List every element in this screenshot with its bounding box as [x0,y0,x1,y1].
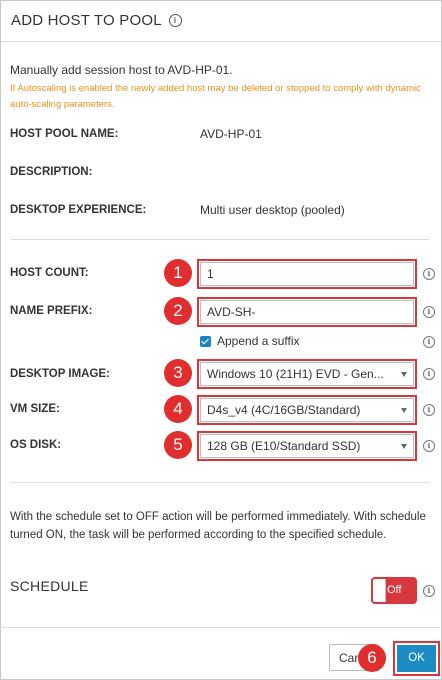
dialog-header: ADD HOST TO POOL i [1,1,441,42]
append-suffix-label[interactable]: Append a suffix [217,334,300,348]
chevron-down-icon [401,444,407,449]
os-disk-info-icon[interactable]: i [423,440,435,452]
toggle-state-text: Off [387,584,402,596]
schedule-note: With the schedule set to OFF action will… [10,511,426,541]
toggle-knob [373,579,386,602]
schedule-label: SCHEDULE [10,578,89,594]
append-suffix-info-icon[interactable]: i [423,336,435,348]
name-prefix-info-icon[interactable]: i [423,306,435,318]
os-disk-select[interactable]: 128 GB (E10/Standard SSD) [200,434,414,458]
os-disk-label: OS DISK: [10,439,62,451]
autoscaling-warning: If Autoscaling is enabled the newly adde… [10,83,421,110]
append-suffix-checkbox[interactable] [200,336,211,347]
vm-size-select[interactable]: D4s_v4 (4C/16GB/Standard) [200,398,414,422]
desktop-image-label: DESKTOP IMAGE: [10,368,110,380]
desktop-image-select[interactable]: Windows 10 (21H1) EVD - Gen... [200,362,414,386]
footer-divider [0,627,440,628]
desktop-image-info-icon[interactable]: i [423,368,435,380]
desktop-experience-label: DESKTOP EXPERIENCE: [10,204,147,216]
ok-button[interactable]: OK [397,645,436,672]
vm-size-value: D4s_v4 (4C/16GB/Standard) [207,403,361,417]
callout-2: 2 [164,297,192,325]
desktop-image-value: Windows 10 (21H1) EVD - Gen... [207,367,384,381]
vm-size-label: VM SIZE: [10,403,60,415]
chevron-down-icon [401,372,407,377]
schedule-info-icon[interactable]: i [423,585,435,597]
callout-6: 6 [358,644,386,672]
callout-1: 1 [164,259,192,287]
desktop-experience-value: Multi user desktop (pooled) [200,203,345,217]
intro-text: Manually add session host to AVD-HP-01. [10,63,233,77]
host-count-info-icon[interactable]: i [423,268,435,280]
host-pool-name-label: HOST POOL NAME: [10,128,119,140]
name-prefix-label: NAME PREFIX: [10,305,93,317]
vm-size-info-icon[interactable]: i [423,404,435,416]
os-disk-value: 128 GB (E10/Standard SSD) [207,439,361,453]
host-count-label: HOST COUNT: [10,267,89,279]
dialog-title-text: ADD HOST TO POOL [11,12,162,29]
info-icon[interactable]: i [168,14,182,27]
schedule-toggle[interactable]: Off [371,577,417,604]
description-label: DESCRIPTION: [10,166,93,178]
callout-4: 4 [164,395,192,423]
callout-5: 5 [164,431,192,459]
name-prefix-input[interactable]: AVD-SH- [200,300,414,324]
chevron-down-icon [401,408,407,413]
callout-3: 3 [164,359,192,387]
dialog-title: ADD HOST TO POOL i [11,12,182,29]
host-count-input[interactable]: 1 [200,262,414,286]
divider [10,482,430,483]
host-pool-name-value: AVD-HP-01 [200,127,262,141]
divider [10,239,430,240]
